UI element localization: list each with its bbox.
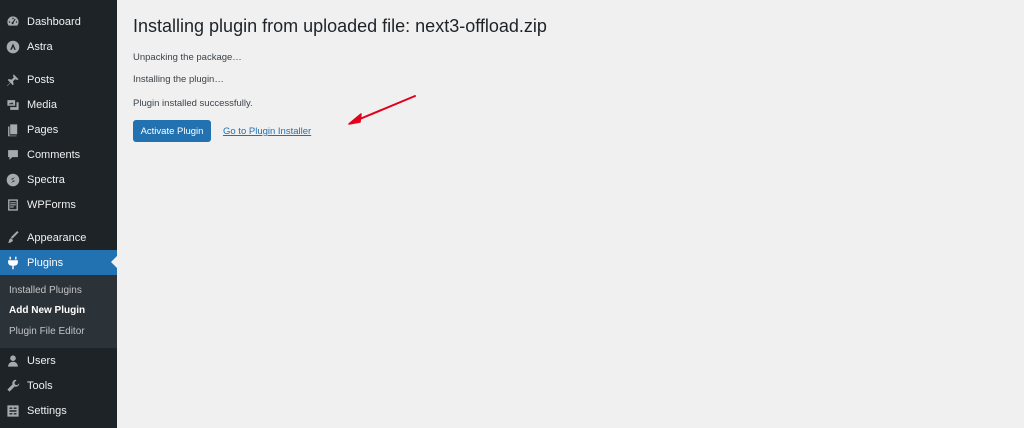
log-line-installing: Installing the plugin… bbox=[133, 74, 224, 85]
log-line-success: Plugin installed successfully. bbox=[133, 98, 253, 109]
sidebar-item-settings[interactable]: Settings bbox=[0, 398, 117, 423]
sidebar-item-label: Dashboard bbox=[27, 15, 81, 28]
log-line-unpacking: Unpacking the package… bbox=[133, 52, 242, 63]
users-icon bbox=[6, 354, 20, 368]
sidebar-item-media[interactable]: Media bbox=[0, 92, 117, 117]
sidebar-item-dashboard[interactable]: Dashboard bbox=[0, 9, 117, 34]
submenu-item-plugin-file-editor[interactable]: Plugin File Editor bbox=[9, 326, 85, 337]
sidebar-item-label: Comments bbox=[27, 148, 81, 161]
sidebar-item-comments[interactable]: Comments bbox=[0, 142, 117, 167]
activate-plugin-button[interactable]: Activate Plugin bbox=[133, 120, 211, 142]
media-icon bbox=[6, 98, 20, 112]
sidebar-item-label: Appearance bbox=[27, 231, 87, 244]
admin-sidebar: Dashboard Astra Posts Media Pages Commen… bbox=[0, 0, 117, 428]
sidebar-item-pages[interactable]: Pages bbox=[0, 117, 117, 142]
sidebar-item-plugins[interactable]: Plugins bbox=[0, 250, 117, 275]
sidebar-item-label: Plugins bbox=[27, 256, 64, 269]
sidebar-item-tools[interactable]: Tools bbox=[0, 373, 117, 398]
astra-icon bbox=[6, 40, 20, 54]
sidebar-item-appearance[interactable]: Appearance bbox=[0, 225, 117, 250]
spectra-icon bbox=[6, 173, 20, 187]
settings-icon bbox=[6, 404, 20, 418]
sidebar-item-label: Users bbox=[27, 354, 56, 367]
pin-icon bbox=[6, 73, 20, 87]
sidebar-item-wpforms[interactable]: WPForms bbox=[0, 192, 117, 217]
dashboard-icon bbox=[6, 15, 20, 29]
sidebar-item-astra[interactable]: Astra bbox=[0, 34, 117, 59]
sidebar-item-label: Spectra bbox=[27, 173, 65, 186]
active-indicator bbox=[111, 256, 117, 268]
main-content: Installing plugin from uploaded file: ne… bbox=[133, 0, 1024, 428]
sidebar-item-label: Settings bbox=[27, 404, 67, 417]
sidebar-item-spectra[interactable]: Spectra bbox=[0, 167, 117, 192]
wrench-icon bbox=[6, 379, 20, 393]
sidebar-item-label: Tools bbox=[27, 379, 53, 392]
comments-icon bbox=[6, 148, 20, 162]
sidebar-item-users[interactable]: Users bbox=[0, 348, 117, 373]
sidebar-item-label: Media bbox=[27, 98, 57, 111]
submenu-item-add-new-plugin[interactable]: Add New Plugin bbox=[9, 305, 85, 316]
wpforms-icon bbox=[6, 198, 20, 212]
sidebar-item-label: Astra bbox=[27, 40, 53, 53]
pages-icon bbox=[6, 123, 20, 137]
sidebar-item-label: Posts bbox=[27, 73, 55, 86]
submenu-item-installed-plugins[interactable]: Installed Plugins bbox=[9, 285, 82, 296]
plug-icon bbox=[6, 256, 20, 270]
sidebar-item-label: WPForms bbox=[27, 198, 76, 211]
go-to-plugin-installer-link[interactable]: Go to Plugin Installer bbox=[223, 126, 311, 137]
sidebar-item-posts[interactable]: Posts bbox=[0, 67, 117, 92]
red-arrow-annotation bbox=[348, 95, 416, 125]
sidebar-item-label: Pages bbox=[27, 123, 59, 136]
page-title: Installing plugin from uploaded file: ne… bbox=[133, 16, 547, 36]
brush-icon bbox=[6, 230, 20, 245]
plugins-submenu: Installed Plugins Add New Plugin Plugin … bbox=[0, 275, 117, 348]
